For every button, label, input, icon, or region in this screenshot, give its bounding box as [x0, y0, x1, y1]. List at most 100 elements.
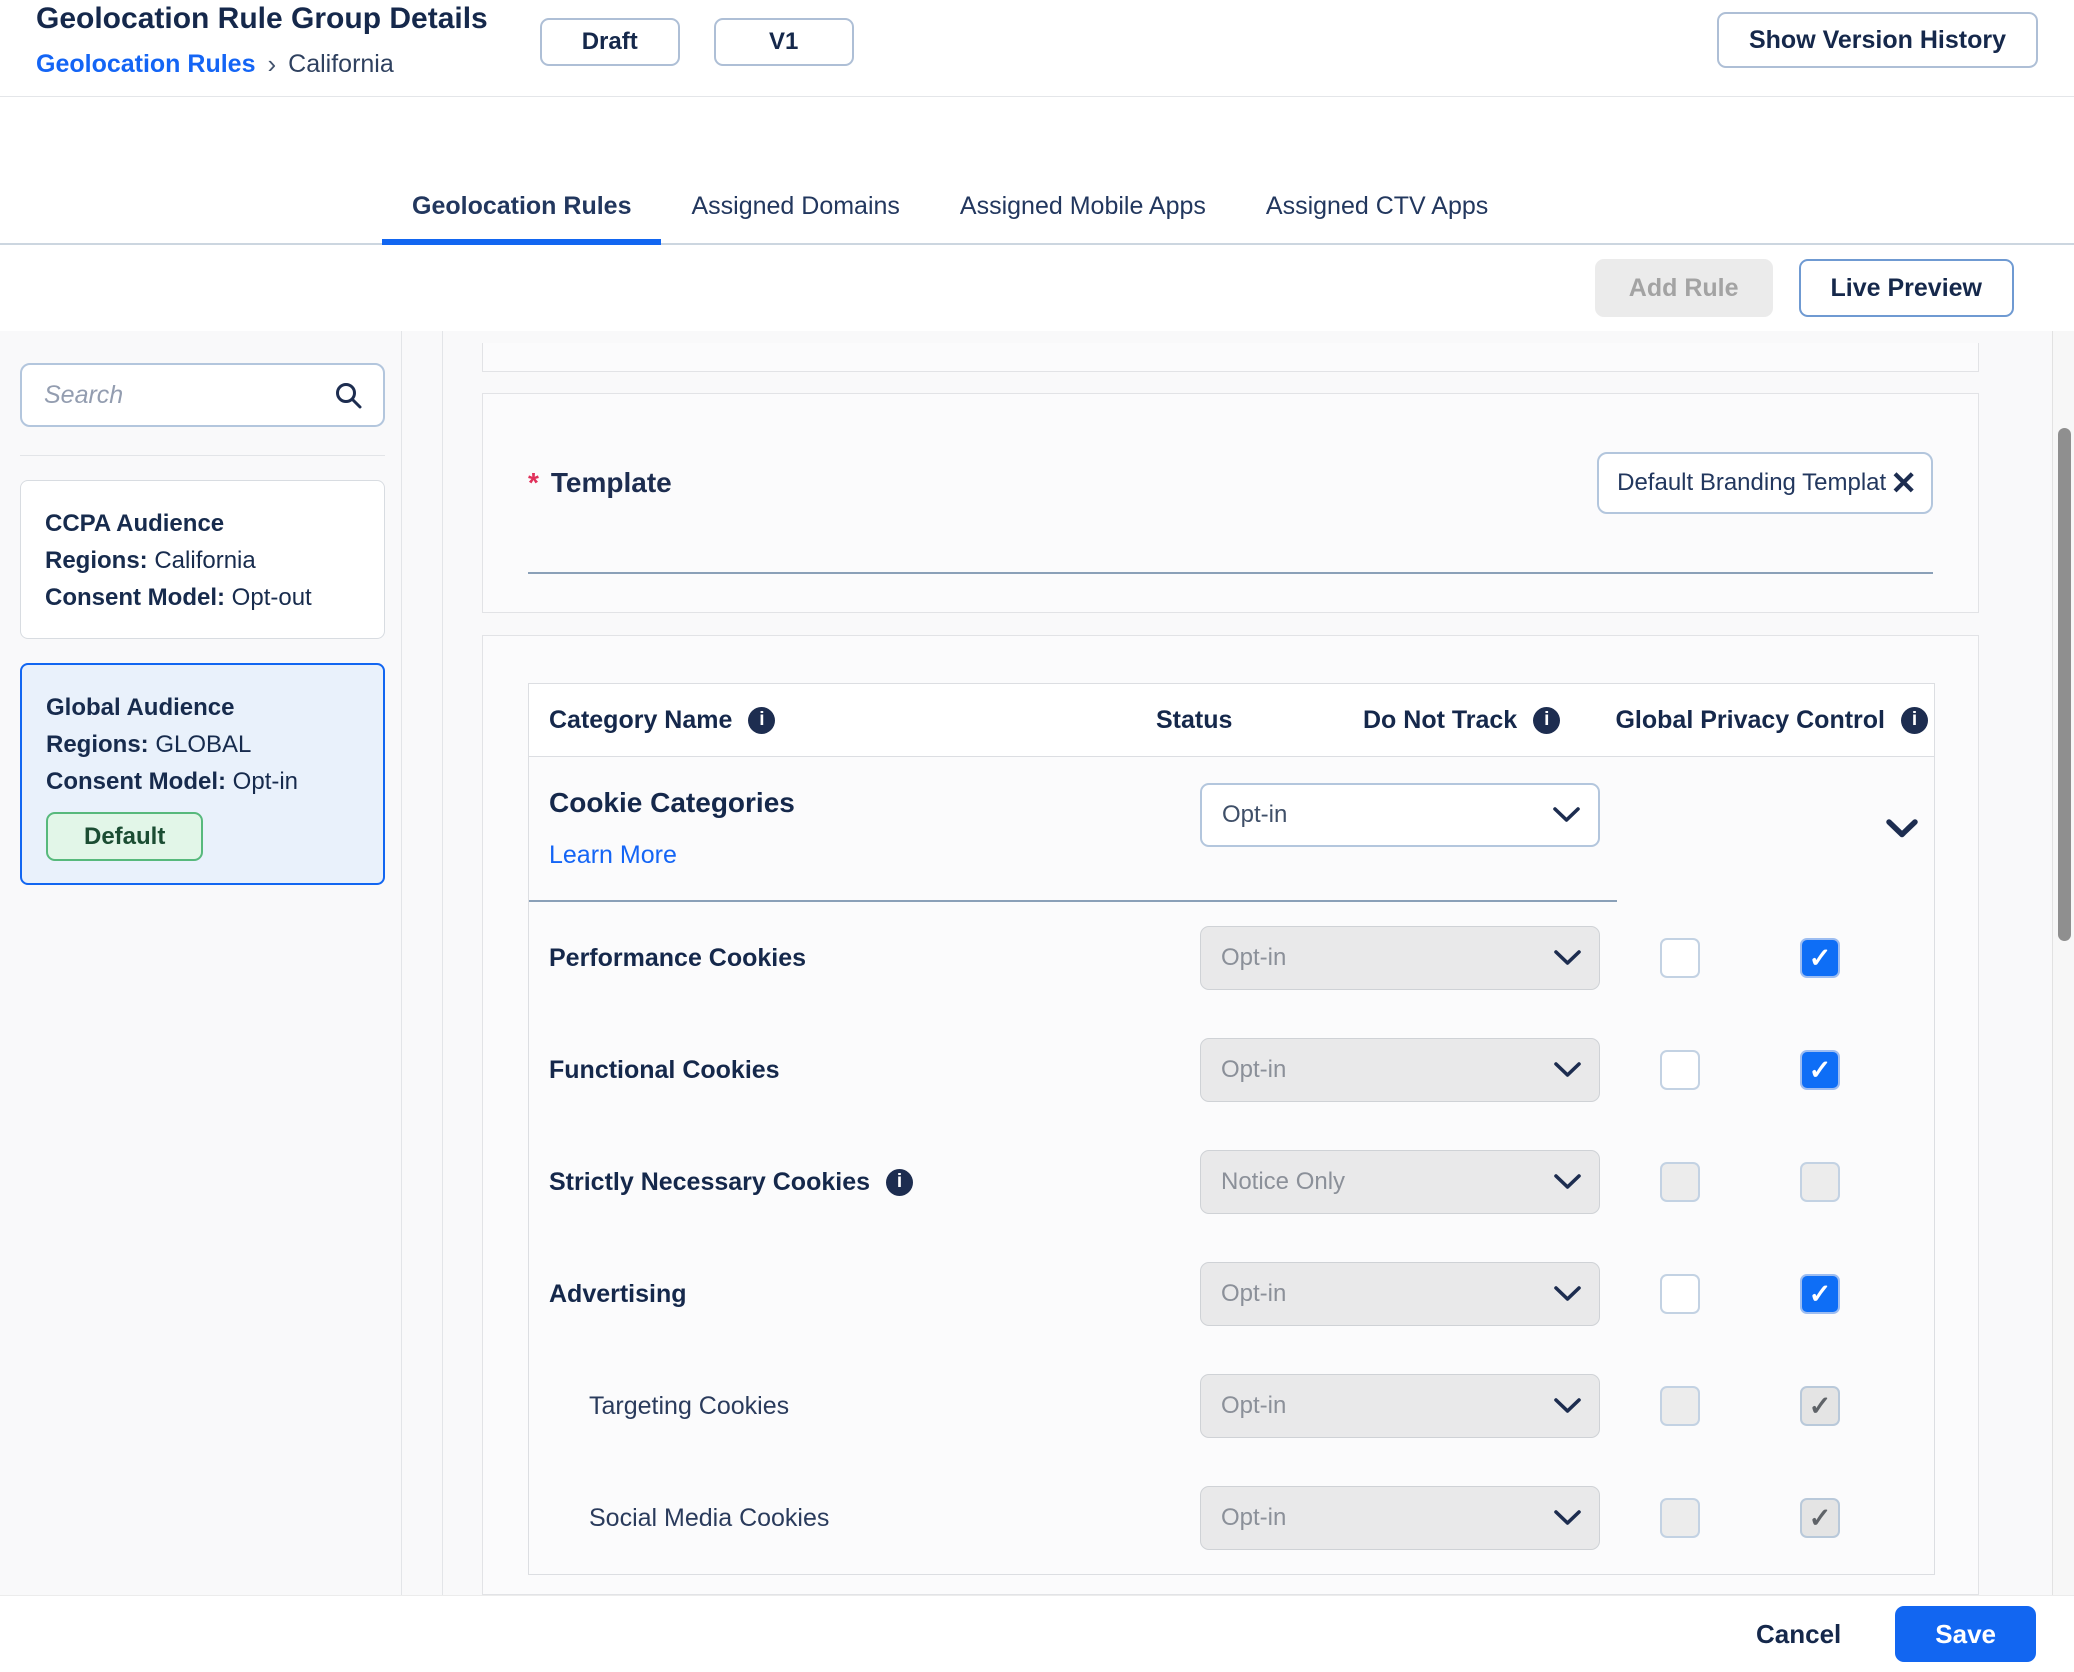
geolocation-rule-group-details-page: Geolocation Rule Group Details Geolocati…: [0, 0, 2074, 1672]
category-name-header: Category Name i: [549, 684, 776, 756]
audience-sidebar: CCPA Audience Regions: California Consen…: [0, 331, 402, 1595]
scrollbar-thumb[interactable]: [2058, 428, 2071, 941]
global-privacy-control-header: Global Privacy Control i: [1615, 684, 1928, 756]
save-button[interactable]: Save: [1895, 1606, 2036, 1662]
tab-assigned-mobile-apps[interactable]: Assigned Mobile Apps: [930, 192, 1236, 243]
do-not-track-checkbox[interactable]: [1660, 1050, 1700, 1090]
required-marker: *: [528, 467, 539, 498]
status-badges: Draft V1: [539, 18, 854, 66]
status-header: Status: [1156, 705, 1233, 734]
categories-table: Category Name i Status Do Not Track i Gl…: [528, 683, 1935, 1575]
page-header: Geolocation Rule Group Details Geolocati…: [0, 0, 2074, 97]
category-label: Performance Cookies: [549, 943, 807, 972]
status-badge: Draft: [539, 18, 680, 66]
tab-geolocation-rules[interactable]: Geolocation Rules: [382, 192, 662, 245]
content-area: CCPA Audience Regions: California Consen…: [0, 331, 2074, 1595]
template-field-underline: [528, 572, 1933, 574]
audience-consent-model: Consent Model: Opt-in: [46, 768, 299, 795]
template-section: * Template Default Branding Templat ✕: [482, 393, 1979, 613]
version-badge: V1: [713, 18, 854, 66]
category-rows: Performance Cookies Opt-in ✓ Functional …: [529, 902, 1934, 1574]
audience-regions: Regions: GLOBAL: [46, 731, 252, 758]
show-version-history-button[interactable]: Show Version History: [1716, 12, 2038, 68]
table-header-row: Category Name i Status Do Not Track i Gl…: [529, 684, 1934, 757]
sidebar-divider: [20, 455, 385, 456]
vertical-scrollbar[interactable]: [2052, 331, 2074, 1595]
chevron-down-icon: [1554, 1062, 1581, 1077]
search-input[interactable]: [42, 379, 333, 411]
do-not-track-checkbox[interactable]: [1660, 1274, 1700, 1314]
audience-regions: Regions: California: [45, 547, 256, 574]
template-label: * Template: [528, 467, 672, 498]
clipped-card-above: [482, 343, 1979, 372]
table-row-performance-cookies: Performance Cookies Opt-in ✓: [529, 902, 1934, 1014]
rules-toolbar: Add Rule Live Preview: [0, 245, 2074, 331]
do-not-track-checkbox: [1660, 1162, 1700, 1202]
table-row-social-media-cookies: Social Media Cookies Opt-in ✓: [529, 1462, 1934, 1574]
table-row-targeting-cookies: Targeting Cookies Opt-in ✓: [529, 1350, 1934, 1462]
action-footer: Cancel Save: [0, 1595, 2074, 1672]
search-icon[interactable]: [333, 380, 363, 410]
chevron-down-icon: [1554, 950, 1581, 965]
category-label: Strictly Necessary Cookies: [549, 1167, 871, 1196]
default-badge: Default: [46, 812, 204, 861]
do-not-track-checkbox: [1660, 1386, 1700, 1426]
status-dropdown: Notice Only: [1200, 1150, 1600, 1214]
audience-card-global-audience[interactable]: Global Audience Regions: GLOBAL Consent …: [20, 663, 385, 885]
title-block: Geolocation Rule Group Details Geolocati…: [36, 2, 488, 80]
info-icon[interactable]: i: [886, 1168, 914, 1196]
close-icon[interactable]: ✕: [1890, 467, 1917, 499]
table-row-strictly-necessary-cookies: Strictly Necessary Cookies i Notice Only: [529, 1126, 1934, 1238]
learn-more-link[interactable]: Learn More: [549, 841, 677, 870]
status-dropdown: Opt-in: [1200, 1486, 1600, 1550]
tab-assigned-domains[interactable]: Assigned Domains: [661, 192, 929, 243]
chevron-down-icon: [1554, 1174, 1581, 1189]
chevron-down-icon[interactable]: [1886, 819, 1918, 838]
do-not-track-checkbox: [1660, 1498, 1700, 1538]
do-not-track-header: Do Not Track i: [1363, 684, 1561, 756]
chevron-down-icon: [1554, 1398, 1581, 1413]
sidebar-gutter: [402, 331, 443, 1595]
category-label: Functional Cookies: [549, 1055, 780, 1084]
audience-consent-model: Consent Model: Opt-out: [45, 584, 312, 611]
chevron-down-icon: [1554, 1510, 1581, 1525]
status-dropdown: Opt-in: [1200, 1038, 1600, 1102]
rule-detail-panel: * Template Default Branding Templat ✕ Ca…: [443, 331, 2074, 1595]
tab-bar: Geolocation Rules Assigned Domains Assigne…: [0, 97, 2074, 245]
group-status-dropdown[interactable]: Opt-in: [1200, 783, 1600, 847]
global-privacy-control-checkbox: ✓: [1800, 1386, 1840, 1426]
global-privacy-control-checkbox: [1800, 1162, 1840, 1202]
info-icon[interactable]: i: [1901, 706, 1928, 734]
breadcrumb-link[interactable]: Geolocation Rules: [36, 50, 255, 79]
info-icon[interactable]: i: [748, 706, 776, 734]
category-label: Social Media Cookies: [589, 1503, 830, 1532]
global-privacy-control-checkbox: ✓: [1800, 1498, 1840, 1538]
chevron-down-icon: [1554, 1286, 1581, 1301]
global-privacy-control-checkbox[interactable]: ✓: [1800, 1050, 1840, 1090]
table-row-advertising: Advertising Opt-in ✓: [529, 1238, 1934, 1350]
search-box: [20, 363, 385, 427]
add-rule-button[interactable]: Add Rule: [1594, 259, 1773, 317]
global-privacy-control-checkbox[interactable]: ✓: [1800, 938, 1840, 978]
audience-card-ccpa-audience[interactable]: CCPA Audience Regions: California Consen…: [20, 480, 385, 639]
info-icon[interactable]: i: [1533, 706, 1561, 734]
category-label: Advertising: [549, 1279, 687, 1308]
cancel-button[interactable]: Cancel: [1750, 1618, 1847, 1651]
breadcrumb: Geolocation Rules › California: [36, 49, 488, 80]
live-preview-button[interactable]: Live Preview: [1798, 259, 2014, 317]
do-not-track-checkbox[interactable]: [1660, 938, 1700, 978]
template-chip[interactable]: Default Branding Templat ✕: [1597, 452, 1933, 514]
cookie-categories-group-row: Cookie Categories Learn More Opt-in: [529, 757, 1934, 900]
breadcrumb-separator-icon: ›: [267, 49, 277, 79]
chevron-down-icon: [1553, 807, 1580, 822]
page-title: Geolocation Rule Group Details: [36, 2, 488, 35]
audience-name: CCPA Audience: [45, 510, 225, 537]
tab-assigned-ctv-apps[interactable]: Assigned CTV Apps: [1236, 192, 1518, 243]
audience-name: Global Audience: [46, 694, 235, 721]
status-dropdown: Opt-in: [1200, 1374, 1600, 1438]
breadcrumb-current: California: [288, 50, 394, 78]
categories-card: Category Name i Status Do Not Track i Gl…: [482, 635, 1979, 1595]
category-label: Targeting Cookies: [589, 1391, 790, 1420]
template-chip-text: Default Branding Templat: [1617, 469, 1887, 496]
global-privacy-control-checkbox[interactable]: ✓: [1800, 1274, 1840, 1314]
